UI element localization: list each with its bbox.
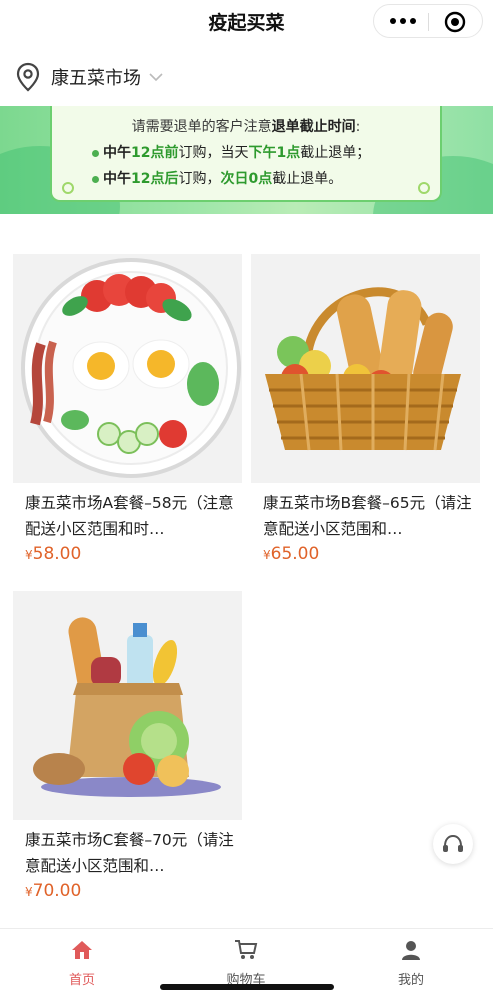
currency-symbol: ¥ (263, 548, 271, 562)
decor-ring-right (418, 182, 430, 194)
product-card-c[interactable]: 康五菜市场C套餐–70元（请注意配送小区范围和… ¥70.00 (13, 591, 242, 917)
location-selector[interactable]: 康五菜市场 (15, 60, 163, 94)
product-card-b[interactable]: 康五菜市场B套餐–65元（请注意配送小区范围和… ¥65.00 (251, 254, 480, 574)
grocery-bag-image (13, 591, 242, 820)
rule1-c: 订购，当天 (178, 145, 249, 161)
rule1-a: 中午 (103, 145, 131, 161)
decor-ring-left (62, 182, 74, 194)
price-value: 58.00 (32, 544, 82, 564)
location-pin-icon (16, 62, 40, 92)
headset-icon (443, 834, 463, 852)
breakfast-plate-image (13, 254, 242, 483)
notice-heading-emph: 退单截止时间 (271, 119, 356, 135)
rule1-d: 下午1点 (248, 145, 301, 161)
home-indicator (160, 984, 334, 990)
tab-mine-label: 我的 (397, 973, 424, 988)
home-icon (72, 941, 92, 959)
notice-heading-prefix: 请需要退单的客户注意 (131, 119, 272, 135)
product-price: ¥65.00 (263, 544, 319, 564)
currency-symbol: ¥ (25, 885, 33, 899)
tab-cart[interactable]: 购物车 (186, 939, 306, 988)
product-name: 康五菜市场A套餐–58元（注意配送小区范围和时… (25, 494, 234, 538)
notice-rule-1: 中午12点前订购，当天下午1点截止退单； (92, 142, 370, 162)
bullet-dot-icon (92, 149, 99, 157)
product-card-a[interactable]: 康五菜市场A套餐–58元（注意配送小区范围和时… ¥58.00 (13, 254, 242, 574)
customer-service-button[interactable] (433, 824, 473, 864)
price-value: 65.00 (270, 544, 320, 564)
mini-program-capsule (373, 4, 483, 38)
rule2-e: 截止退单。 (272, 171, 343, 187)
capsule-divider (428, 13, 429, 31)
chevron-down-icon (149, 73, 163, 82)
bottom-tab-bar: 首页 购物车 我的 (0, 928, 493, 1001)
tab-mine[interactable]: 我的 (351, 939, 471, 988)
tab-home-label: 首页 (68, 973, 95, 988)
tab-home[interactable]: 首页 (22, 939, 142, 988)
notice-heading-suffix: : (355, 119, 361, 135)
rule1-b: 12点前 (131, 145, 179, 161)
bullet-dot-icon (92, 175, 99, 183)
rule2-a: 中午 (103, 171, 131, 187)
price-value: 70.00 (32, 881, 82, 901)
more-menu-icon[interactable] (390, 18, 416, 24)
bread-basket-image (251, 254, 480, 483)
product-price: ¥70.00 (25, 881, 81, 901)
notice-rule-2: 中午12点后订购，次日0点截止退单。 (92, 168, 342, 188)
location-name: 康五菜市场 (51, 68, 141, 89)
rule2-b: 12点后 (131, 171, 179, 187)
cart-icon (235, 940, 258, 959)
product-name: 康五菜市场C套餐–70元（请注意配送小区范围和… (25, 831, 234, 875)
product-name: 康五菜市场B套餐–65元（请注意配送小区范围和… (263, 494, 472, 538)
header: 疫起买菜 (0, 0, 493, 44)
currency-symbol: ¥ (25, 548, 33, 562)
rule2-c: 订购， (178, 171, 221, 187)
rule2-d: 次日0点 (220, 171, 273, 187)
notice-card: 请需要退单的客户注意退单截止时间: 中午12点前订购，当天下午1点截止退单； 中… (50, 106, 442, 202)
notice-banner: 请需要退单的客户注意退单截止时间: 中午12点前订购，当天下午1点截止退单； 中… (0, 106, 493, 214)
user-icon (402, 941, 420, 960)
rule1-e: 截止退单； (300, 145, 371, 161)
product-price: ¥58.00 (25, 544, 81, 564)
notice-heading: 请需要退单的客户注意退单截止时间: (52, 116, 440, 136)
close-target-icon[interactable] (444, 11, 466, 33)
